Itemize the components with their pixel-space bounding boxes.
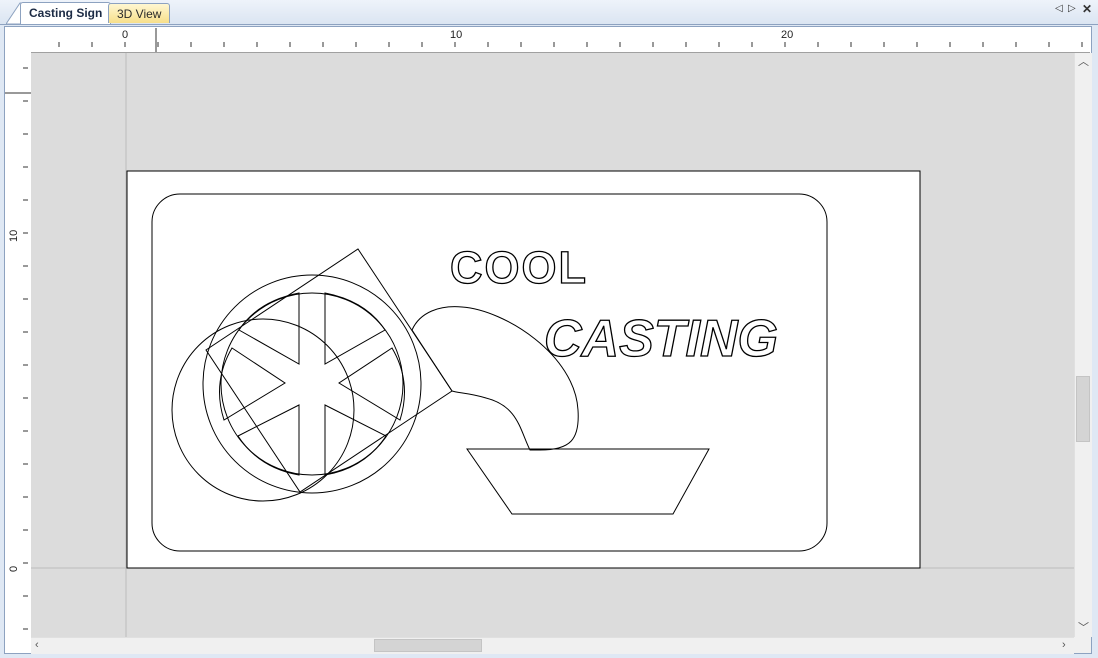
ruler-top: 0 10 20: [31, 28, 1090, 53]
tab-casting-sign[interactable]: Casting Sign: [20, 2, 112, 24]
horizontal-scrollbar[interactable]: ‹ ›: [31, 637, 1074, 654]
ruler-top-label-10: 10: [450, 29, 462, 41]
tab-3d-view[interactable]: 3D View: [108, 3, 171, 23]
ruler-left: 10 0: [5, 52, 32, 639]
ruler-left-ticks: 10 0: [5, 67, 31, 630]
scroll-right-icon[interactable]: ›: [1062, 639, 1066, 651]
drawing-canvas[interactable]: COOL CASTING: [31, 53, 1074, 637]
vertical-scrollbar[interactable]: ︿ ﹀: [1074, 53, 1092, 637]
design-drawing: COOL CASTING: [31, 53, 1074, 637]
ruler-left-label-0: 0: [8, 566, 20, 572]
scroll-up-icon[interactable]: ︿: [1078, 56, 1089, 68]
close-icon[interactable]: ✕: [1082, 3, 1092, 15]
sign-text-casting[interactable]: CASTING: [543, 309, 778, 368]
document-tab-bar: Casting Sign 3D View ◁ ▷ ✕: [0, 0, 1098, 25]
ruler-left-label-10: 10: [8, 230, 20, 242]
ruler-corner: [5, 28, 32, 53]
scrollbar-corner: [1074, 637, 1091, 653]
ruler-top-label-0: 0: [122, 29, 128, 41]
ruler-top-ticks: 0 10 20: [58, 28, 1083, 52]
sign-text-cool[interactable]: COOL: [449, 241, 588, 293]
ruler-top-label-20: 20: [781, 29, 793, 41]
horizontal-scroll-thumb[interactable]: [374, 639, 482, 652]
triangle-left-icon[interactable]: ◁: [1055, 3, 1063, 15]
material-sheet: [126, 170, 921, 569]
triangle-right-icon[interactable]: ▷: [1068, 3, 1076, 15]
vertical-scroll-thumb[interactable]: [1076, 376, 1090, 442]
scroll-down-icon[interactable]: ﹀: [1078, 622, 1089, 634]
scroll-left-icon[interactable]: ‹: [35, 639, 39, 651]
